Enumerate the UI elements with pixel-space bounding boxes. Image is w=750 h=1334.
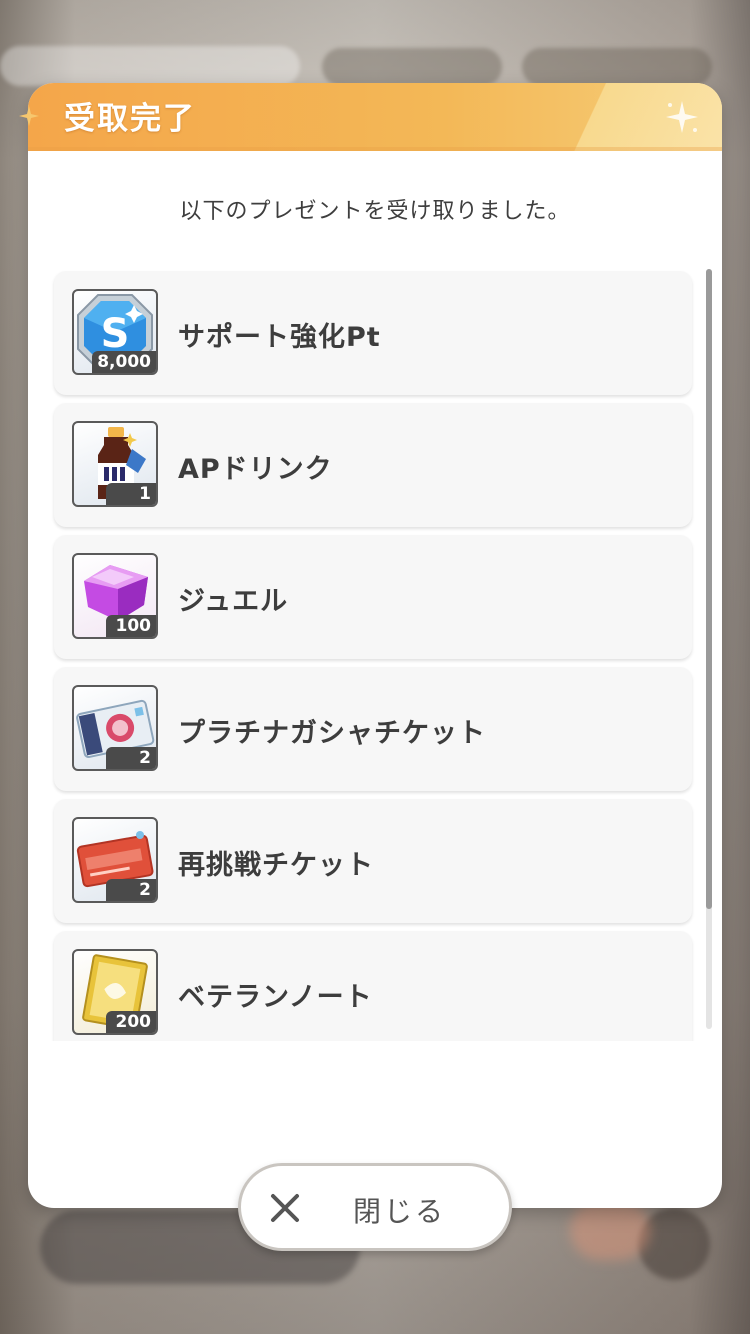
item-count: 100 — [106, 615, 156, 637]
list-scrollbar-thumb[interactable] — [706, 269, 712, 909]
received-message: 以下のプレゼントを受け取りました。 — [179, 199, 571, 224]
dialog-title: 受取完了 — [64, 101, 196, 137]
blurred-background-pill — [522, 48, 712, 86]
close-icon — [271, 1194, 299, 1222]
list-item: 2 プラチナガシャチケット — [54, 667, 692, 791]
close-button[interactable]: 閉じる — [238, 1163, 512, 1251]
list-item: 1 APドリンク — [54, 403, 692, 527]
item-count: 2 — [106, 879, 156, 901]
support-pt-icon: S 8,000 — [72, 289, 158, 375]
jewel-icon: 100 — [72, 553, 158, 639]
list-item: 2 再挑戦チケット — [54, 799, 692, 923]
item-count: 8,000 — [92, 351, 156, 373]
header-divider — [28, 147, 722, 151]
list-scrollbar[interactable] — [706, 269, 712, 1029]
item-count: 1 — [106, 483, 156, 505]
close-button-label: 閉じる — [353, 1195, 447, 1228]
item-name: ジュエル — [178, 586, 289, 617]
retry-ticket-icon: 2 — [72, 817, 158, 903]
sparkle-icon — [19, 106, 39, 126]
item-name: ベテランノート — [178, 982, 373, 1013]
receive-complete-dialog: 受取完了 以下のプレゼントを受け取りました。 S 8,000 サポート強化Pt … — [28, 83, 722, 1208]
list-item: 200 ベテランノート — [54, 931, 692, 1041]
item-name: 再挑戦チケット — [178, 850, 374, 881]
list-item: S 8,000 サポート強化Pt — [54, 271, 692, 395]
blurred-background-menu — [638, 1208, 710, 1280]
present-list[interactable]: S 8,000 サポート強化Pt 1 APドリンク 100 ジュエル 2 プラチ… — [50, 269, 700, 1041]
item-name: APドリンク — [178, 454, 333, 485]
list-item: 100 ジュエル — [54, 535, 692, 659]
item-name: サポート強化Pt — [178, 322, 381, 353]
blurred-background-accent — [570, 1200, 650, 1260]
ap-drink-icon: 1 — [72, 421, 158, 507]
item-count: 200 — [106, 1011, 156, 1033]
blurred-background-pill — [0, 46, 300, 86]
dialog-header: 受取完了 — [28, 83, 722, 151]
item-name: プラチナガシャチケット — [178, 718, 486, 749]
platinum-gacha-ticket-icon: 2 — [72, 685, 158, 771]
veteran-note-icon: 200 — [72, 949, 158, 1035]
item-count: 2 — [106, 747, 156, 769]
sparkle-icon — [666, 101, 698, 133]
blurred-background-pill — [322, 48, 502, 86]
